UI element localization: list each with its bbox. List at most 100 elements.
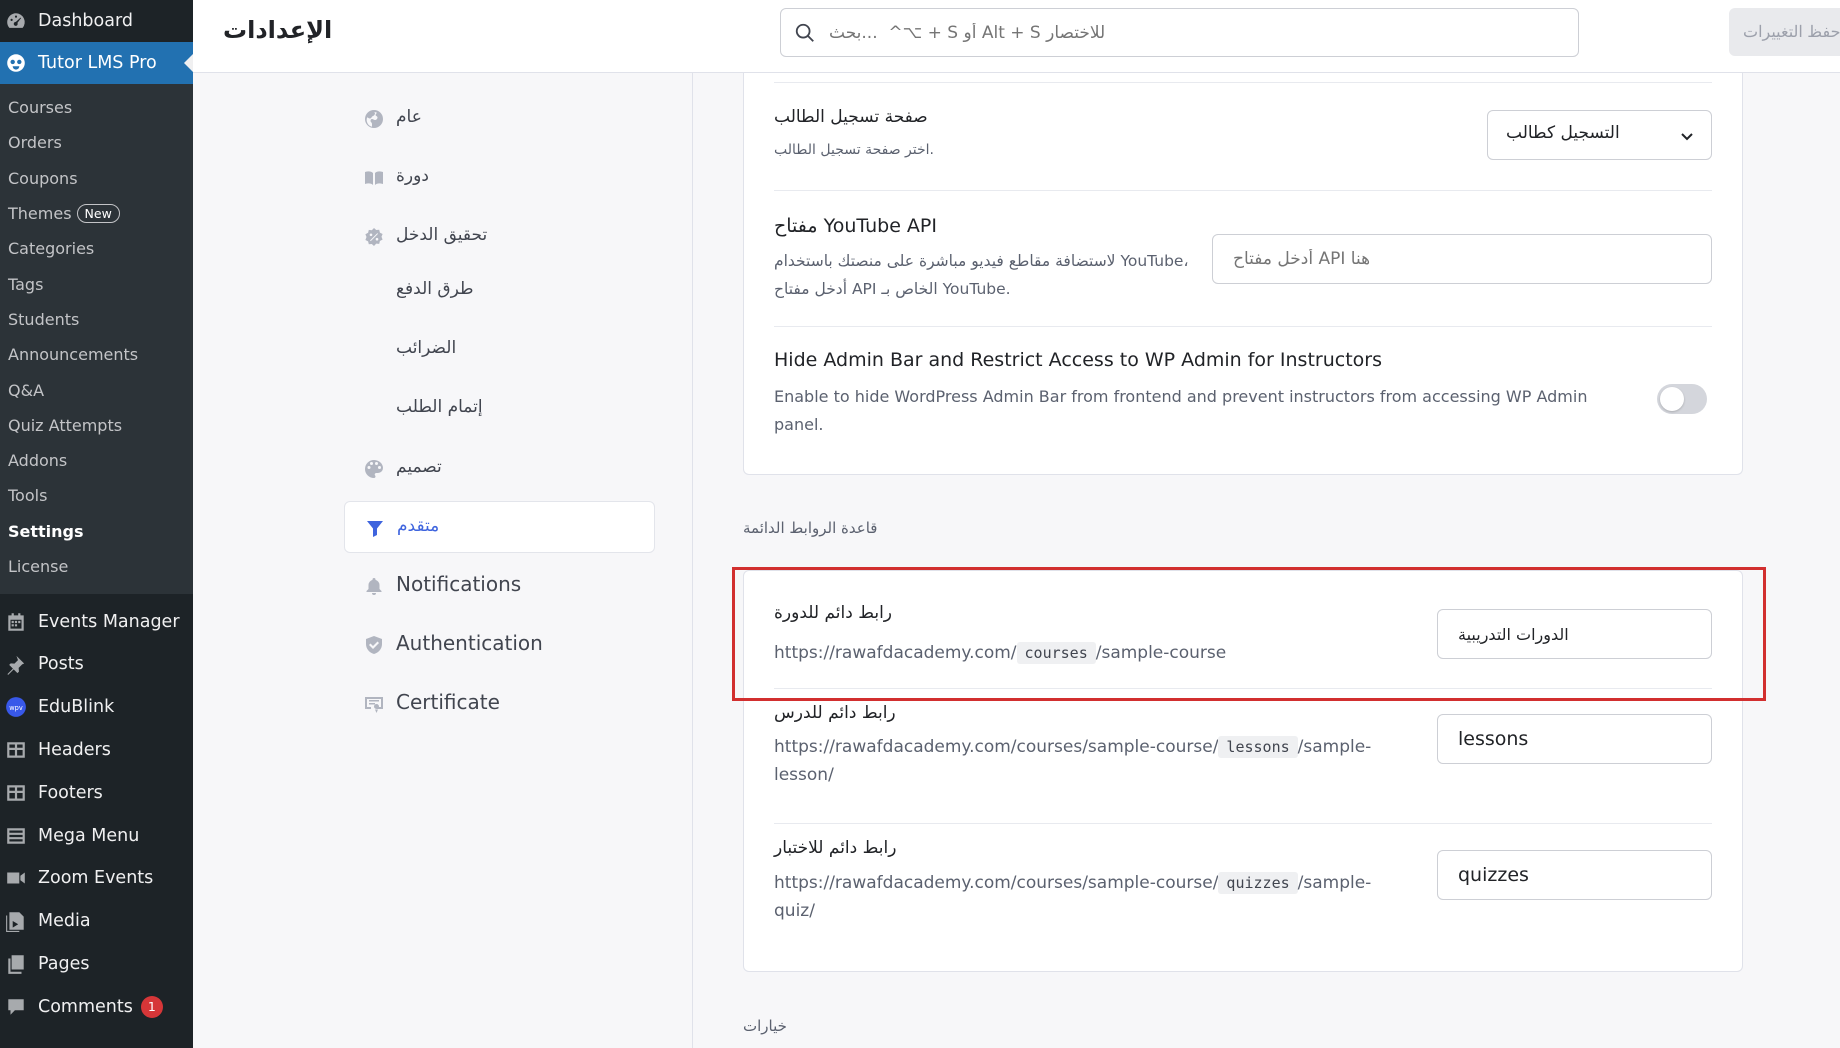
hide-admin-bar-row: Hide Admin Bar and Restrict Access to WP… bbox=[774, 327, 1712, 475]
course-permalink-url: https://rawafdacademy.com/courses/sample… bbox=[774, 642, 1227, 664]
settings-nav-checkout[interactable]: إتمام الطلب bbox=[344, 383, 655, 435]
student-registration-title: صفحة تسجيل الطالب bbox=[774, 107, 928, 127]
submenu-students[interactable]: Students bbox=[0, 302, 193, 337]
search-input[interactable] bbox=[829, 17, 1329, 49]
submenu-courses[interactable]: Courses bbox=[0, 90, 193, 125]
quiz-permalink-url: https://rawafdacademy.com/courses/sample… bbox=[774, 872, 1372, 894]
youtube-api-desc-1: لاستضافة مقاطع فيديو مباشرة على منصتك با… bbox=[774, 252, 1189, 270]
tutor-submenu: Courses Orders Coupons Themes New Categor… bbox=[0, 84, 193, 595]
wpv-logo-icon: wpv bbox=[5, 696, 27, 718]
dashboard-icon bbox=[5, 10, 27, 32]
table-icon bbox=[5, 782, 27, 804]
pin-icon bbox=[5, 653, 27, 676]
quiz-permalink-url-2: quiz/ bbox=[774, 901, 815, 921]
course-slug-code: courses bbox=[1016, 642, 1096, 664]
chevron-down-icon bbox=[1681, 133, 1693, 141]
lesson-permalink-row: رابط دائم للدرس https://rawafdacademy.co… bbox=[774, 689, 1712, 824]
menu-comments[interactable]: Comments 1 bbox=[0, 985, 193, 1028]
youtube-api-title: مفتاح YouTube API bbox=[774, 215, 937, 237]
menu-mega-menu[interactable]: Mega Menu bbox=[0, 814, 193, 857]
course-permalink-title: رابط دائم للدورة bbox=[774, 603, 893, 623]
submenu-license[interactable]: License bbox=[0, 549, 193, 584]
lesson-permalink-url: https://rawafdacademy.com/courses/sample… bbox=[774, 736, 1372, 758]
lesson-slug-code: lessons bbox=[1218, 736, 1298, 758]
certificate-icon bbox=[364, 694, 384, 714]
new-badge: New bbox=[76, 204, 120, 224]
menu-headers[interactable]: Headers bbox=[0, 729, 193, 772]
settings-nav-authentication[interactable]: Authentication bbox=[344, 619, 655, 671]
quiz-permalink-title: رابط دائم للاختبار bbox=[774, 838, 897, 858]
table-icon bbox=[5, 739, 27, 761]
quiz-permalink-input[interactable] bbox=[1437, 850, 1712, 900]
pages-icon bbox=[5, 953, 27, 975]
menu-footers[interactable]: Footers bbox=[0, 771, 193, 814]
comment-icon bbox=[5, 996, 27, 1018]
menu-tutor-label: Tutor LMS Pro bbox=[38, 53, 157, 73]
svg-text:wpv: wpv bbox=[9, 704, 23, 712]
menu-dashboard[interactable]: Dashboard bbox=[0, 0, 193, 42]
calendar-icon bbox=[5, 611, 27, 633]
settings-nav-course[interactable]: دورة bbox=[344, 152, 655, 204]
submenu-coupons[interactable]: Coupons bbox=[0, 161, 193, 196]
settings-nav-advanced[interactable]: متقدم bbox=[344, 501, 655, 553]
submenu-addons[interactable]: Addons bbox=[0, 443, 193, 478]
settings-nav-notifications[interactable]: Notifications bbox=[344, 560, 655, 612]
submenu-themes[interactable]: Themes New bbox=[0, 196, 193, 231]
wp-admin-sidebar: Dashboard Tutor LMS Pro Courses Orders C… bbox=[0, 0, 194, 1048]
student-registration-select[interactable]: التسجيل كطالب bbox=[1487, 110, 1712, 160]
settings-nav-design[interactable]: تصميم bbox=[344, 443, 655, 495]
hide-admin-bar-desc-2: panel. bbox=[774, 415, 824, 434]
settings-nav-general[interactable]: عام bbox=[344, 93, 655, 145]
video-icon bbox=[5, 867, 27, 889]
comments-count-badge: 1 bbox=[140, 995, 163, 1018]
save-changes-button[interactable]: حفظ التغييرات bbox=[1729, 8, 1840, 56]
lesson-permalink-url-2: lesson/ bbox=[774, 765, 834, 785]
student-registration-value: التسجيل كطالب bbox=[1506, 123, 1620, 143]
monetization-icon bbox=[364, 227, 384, 247]
settings-nav-payment-methods[interactable]: طرق الدفع bbox=[344, 265, 655, 317]
course-permalink-input[interactable] bbox=[1437, 609, 1712, 659]
submenu-settings[interactable]: Settings bbox=[0, 514, 193, 549]
menu-events-manager[interactable]: Events Manager bbox=[0, 600, 193, 643]
settings-search-box[interactable] bbox=[780, 8, 1579, 57]
submenu-qa[interactable]: Q&A bbox=[0, 372, 193, 407]
menu-edublink[interactable]: wpv EduBlink bbox=[0, 686, 193, 729]
hide-admin-bar-toggle[interactable] bbox=[1657, 384, 1707, 414]
menu-tutor-lms[interactable]: Tutor LMS Pro bbox=[0, 42, 194, 84]
student-registration-row: صفحة تسجيل الطالب اختر صفحة تسجيل الطالب… bbox=[774, 82, 1712, 191]
course-permalink-row: رابط دائم للدورة https://rawafdacademy.c… bbox=[774, 571, 1712, 689]
list-icon bbox=[5, 825, 27, 847]
submenu-orders[interactable]: Orders bbox=[0, 125, 193, 160]
shield-icon bbox=[364, 635, 384, 655]
student-registration-desc: اختر صفحة تسجيل الطالب. bbox=[774, 142, 934, 158]
menu-pages[interactable]: Pages bbox=[0, 943, 193, 986]
menu-posts[interactable]: Posts bbox=[0, 643, 193, 686]
settings-nav-taxes[interactable]: الضرائب bbox=[344, 324, 655, 376]
submenu-tools[interactable]: Tools bbox=[0, 478, 193, 513]
filter-icon bbox=[365, 518, 385, 538]
submenu-tags[interactable]: Tags bbox=[0, 266, 193, 301]
youtube-api-key-input[interactable] bbox=[1212, 234, 1712, 284]
settings-nav: عام دورة تحقيق الدخل طرق الدفع الضرائب إ… bbox=[193, 73, 693, 1048]
settings-topbar: الإعدادات حفظ التغييرات bbox=[193, 0, 1840, 73]
hide-admin-bar-desc-1: Enable to hide WordPress Admin Bar from … bbox=[774, 387, 1588, 406]
tutor-owl-icon bbox=[5, 52, 27, 74]
youtube-api-desc-2: أدخل مفتاح API الخاص بـ YouTube. bbox=[774, 280, 1011, 298]
media-icon bbox=[5, 910, 27, 933]
settings-nav-monetization[interactable]: تحقيق الدخل bbox=[344, 211, 655, 263]
menu-dashboard-label: Dashboard bbox=[38, 11, 133, 31]
permalinks-section-title: قاعدة الروابط الدائمة bbox=[743, 519, 878, 537]
permalinks-card: رابط دائم للدورة https://rawafdacademy.c… bbox=[743, 570, 1743, 972]
hide-admin-bar-title: Hide Admin Bar and Restrict Access to WP… bbox=[774, 349, 1382, 371]
lesson-permalink-title: رابط دائم للدرس bbox=[774, 703, 896, 723]
search-icon bbox=[795, 23, 814, 42]
menu-media[interactable]: Media bbox=[0, 900, 193, 943]
submenu-quiz-attempts[interactable]: Quiz Attempts bbox=[0, 408, 193, 443]
lesson-permalink-input[interactable] bbox=[1437, 714, 1712, 764]
advanced-general-card: صفحة تسجيل الطالب اختر صفحة تسجيل الطالب… bbox=[743, 73, 1743, 475]
settings-nav-certificate[interactable]: Certificate bbox=[344, 678, 655, 730]
submenu-announcements[interactable]: Announcements bbox=[0, 337, 193, 372]
menu-zoom-events[interactable]: Zoom Events bbox=[0, 857, 193, 900]
palette-icon bbox=[364, 459, 384, 479]
submenu-categories[interactable]: Categories bbox=[0, 231, 193, 266]
